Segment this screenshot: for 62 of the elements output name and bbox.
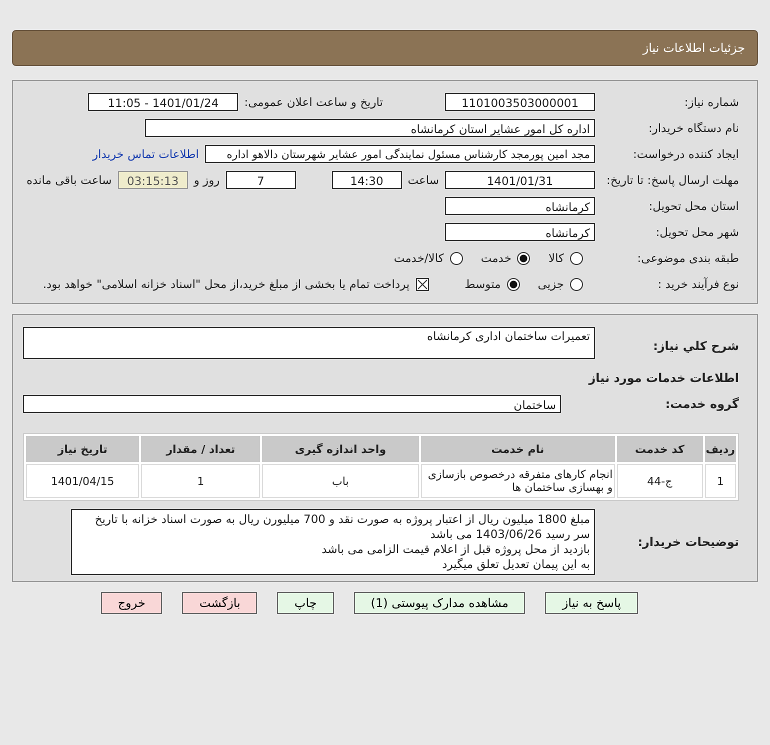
- field-label: طبقه بندی موضوعی:: [636, 251, 739, 265]
- need-number-field: 1101003503000001: [445, 93, 595, 111]
- field-label: گروه خدمت:: [664, 397, 739, 411]
- table-cell: ج-44: [616, 464, 703, 498]
- days-field: 7: [226, 171, 296, 189]
- column-header: تعداد / مقدار: [141, 436, 260, 462]
- table-cell: 1: [704, 464, 736, 498]
- column-header: ردیف: [704, 436, 736, 462]
- note-line: بازدید از محل پروژه قبل از اعلام قیمت الزامی می باشد: [320, 542, 590, 557]
- field-label: شهر محل تحویل:: [654, 225, 739, 239]
- radio-label: خدمت: [480, 251, 512, 265]
- requester-field: مجد امین پورمجد کارشناس مسئول نمایندگی امور عشایر شهرستان دالاهو اداره: [205, 145, 595, 163]
- table-cell: 1401/04/15: [26, 464, 140, 498]
- field-label: شرح کلي نیاز:: [652, 339, 739, 353]
- note-line: به این پیمان تعدیل تعلق میگیرد: [441, 557, 590, 572]
- radio-label: کالا/خدمت: [394, 251, 444, 265]
- field-label: شماره نیاز:: [683, 95, 739, 109]
- radio-button[interactable]: [570, 278, 583, 290]
- table-cell: انجام کارهای متفرقه درخصوص بازسازی و بهسازی ساختمان ها: [420, 464, 615, 498]
- section-heading: اطلاعات خدمات مورد نیاز: [588, 370, 739, 387]
- radio-button[interactable]: [517, 252, 530, 264]
- field-label: تاریخ و ساعت اعلان عمومی:: [244, 95, 383, 109]
- service-group-field: ساختمان: [23, 395, 561, 413]
- page-header: جزئیات اطلاعات نیاز: [12, 30, 758, 66]
- buyer-org-field: اداره کل امور عشایر استان کرمانشاه: [145, 119, 595, 137]
- field-label: مهلت ارسال پاسخ: تا تاریخ:: [605, 173, 739, 187]
- city-field: کرمانشاه: [445, 223, 595, 241]
- column-header: نام خدمت: [420, 436, 615, 462]
- remaining-time-field: 03:15:13: [118, 171, 188, 189]
- announce-date-field: 1401/01/24 - 11:05: [88, 93, 238, 111]
- days-label: روز و: [194, 173, 220, 187]
- radio-button[interactable]: [570, 252, 583, 264]
- field-label: نوع فرآیند خرید :: [656, 277, 739, 291]
- table-cell: باب: [262, 464, 419, 498]
- field-label: استان محل تحویل:: [648, 199, 739, 213]
- column-header: کد خدمت: [616, 436, 703, 462]
- column-header: تاریخ نیاز: [26, 436, 140, 462]
- field-label: توضیحات خریدار:: [636, 535, 739, 549]
- action-button[interactable]: پاسخ به نیاز: [545, 592, 638, 614]
- radio-button[interactable]: [506, 278, 520, 290]
- radio-label: کالا: [548, 251, 564, 265]
- action-button[interactable]: مشاهده مدارک پیوستی (1): [354, 592, 526, 614]
- deadline-time-field: 14:30: [332, 171, 402, 189]
- buyer-contact-link[interactable]: اطلاعات تماس خریدار: [92, 147, 199, 161]
- checkbox-label: پرداخت تمام یا بخشی از مبلغ خرید،از محل "اسناد خزانه اسلامی" خواهد بود.: [42, 277, 410, 291]
- field-label: ایجاد کننده درخواست:: [632, 147, 739, 161]
- column-header: واحد اندازه گیری: [262, 436, 419, 462]
- radio-button[interactable]: [450, 252, 463, 264]
- deadline-date-field: 1401/01/31: [445, 171, 595, 189]
- radio-label: جزیی: [538, 277, 564, 291]
- action-button[interactable]: بازگشت: [182, 592, 258, 614]
- checkbox[interactable]: [416, 278, 429, 290]
- time-label: ساعت: [408, 173, 439, 187]
- field-label: نام دستگاه خریدار:: [647, 121, 739, 135]
- radio-label: متوسط: [464, 277, 501, 291]
- remaining-label: ساعت باقی مانده: [26, 173, 112, 187]
- table-cell: 1: [141, 464, 260, 498]
- action-button[interactable]: چاپ: [277, 592, 334, 614]
- province-field: کرمانشاه: [445, 197, 595, 215]
- action-button[interactable]: خروج: [100, 592, 162, 614]
- summary-field: تعمیرات ساختمان اداری کرمانشاه: [23, 327, 595, 359]
- note-line: مبلغ 1800 میلیون ریال از اعتبار پروژه به صورت نقد و 700 میلیورن ریال به صورت اسناد خزانه با تاریخ سر رسید 1403/06/26 می باشد: [94, 512, 590, 542]
